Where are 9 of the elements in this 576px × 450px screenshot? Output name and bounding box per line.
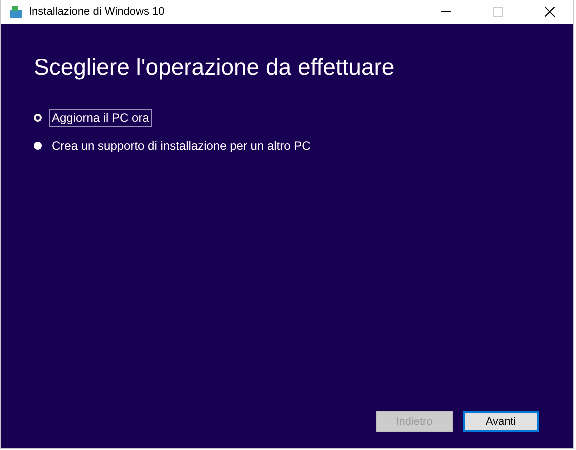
radio-button[interactable]	[34, 142, 42, 150]
option-label[interactable]: Aggiorna il PC ora	[49, 109, 152, 127]
page-heading: Scegliere l'operazione da effettuare	[34, 54, 396, 81]
next-button[interactable]: Avanti	[463, 411, 539, 432]
option-label[interactable]: Crea un supporto di installazione per un altro PC	[49, 137, 314, 155]
close-icon[interactable]	[545, 7, 555, 17]
setup-icon	[9, 5, 23, 19]
window-title: Installazione di Windows 10	[29, 6, 166, 18]
radio-button[interactable]	[34, 114, 42, 122]
